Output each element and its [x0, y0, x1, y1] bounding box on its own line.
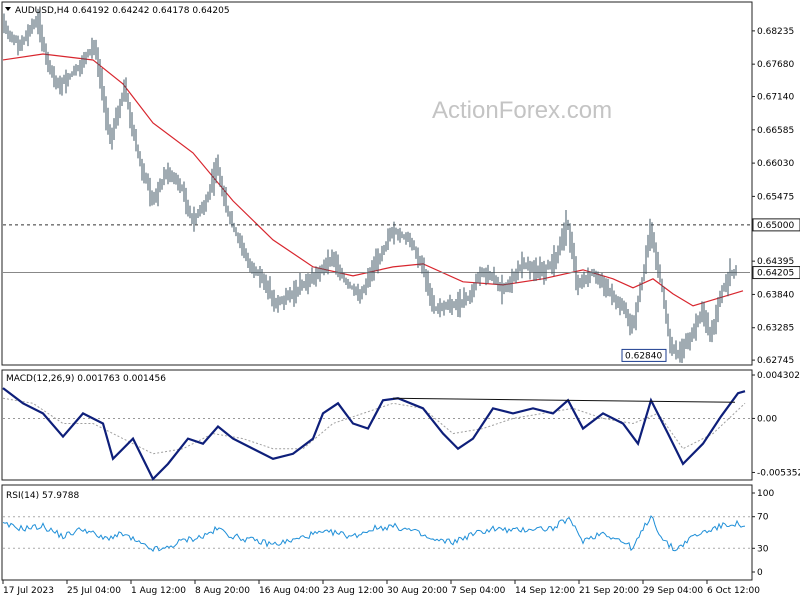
price-y-tick-label: 0.63840 — [757, 290, 794, 300]
price-y-tick-label: 0.62745 — [757, 356, 794, 366]
time-tick-label: 6 Oct 12:00 — [707, 586, 760, 596]
time-tick-label: 17 Jul 2023 — [3, 586, 54, 596]
price-y-tick-label: 0.67140 — [757, 93, 794, 103]
time-tick-label: 23 Aug 12:00 — [323, 586, 384, 596]
chart-background — [0, 0, 800, 600]
macd-y-tick-label: -0.005352 — [757, 468, 800, 478]
rsi-y-tick-label: 0 — [757, 568, 763, 578]
price-y-tick-label: 0.65475 — [757, 192, 794, 202]
time-tick-label: 7 Sep 04:00 — [451, 586, 506, 596]
price-level-label: 0.64205 — [757, 269, 794, 279]
price-y-tick-label: 0.64395 — [757, 257, 794, 267]
watermark-text: ActionForex.com — [432, 97, 612, 124]
price-y-tick-label: 0.63285 — [757, 324, 794, 334]
rsi-y-tick-label: 70 — [757, 513, 769, 523]
low-annotation-label: 0.62840 — [625, 351, 662, 361]
time-tick-label: 25 Jul 04:00 — [67, 586, 121, 596]
rsi-title: RSI(14) 57.9788 — [6, 491, 79, 501]
price-annotations: 0.62840 — [621, 348, 667, 362]
price-y-tick-label: 0.66030 — [757, 159, 794, 169]
price-y-tick-label: 0.66585 — [757, 126, 794, 136]
price-y-tick-label: 0.67680 — [757, 60, 794, 70]
macd-y-tick-label: 0.004302 — [757, 371, 800, 381]
macd-y-tick-label: 0.00 — [757, 414, 777, 424]
price-level-label: 0.65000 — [757, 221, 794, 231]
time-tick-label: 30 Aug 20:00 — [387, 586, 448, 596]
time-tick-label: 1 Aug 12:00 — [131, 586, 186, 596]
macd-title: MACD(12,26,9) 0.001763 0.001456 — [6, 374, 166, 384]
symbol-info-label: AUDUSD,H4 0.64192 0.64242 0.64178 0.6420… — [15, 6, 230, 16]
rsi-y-tick-label: 100 — [757, 489, 774, 499]
time-tick-label: 29 Sep 04:00 — [643, 586, 703, 596]
time-tick-label: 8 Aug 20:00 — [195, 586, 250, 596]
chart-canvas: ActionForex.com 0.65000 0.64205 0.68235 0.… — [0, 0, 800, 600]
time-tick-label: 16 Aug 04:00 — [259, 586, 320, 596]
time-tick-label: 14 Sep 12:00 — [515, 586, 575, 596]
rsi-y-tick-label: 30 — [757, 544, 769, 554]
time-tick-label: 21 Sep 20:00 — [579, 586, 639, 596]
price-y-tick-label: 0.68235 — [757, 27, 794, 37]
